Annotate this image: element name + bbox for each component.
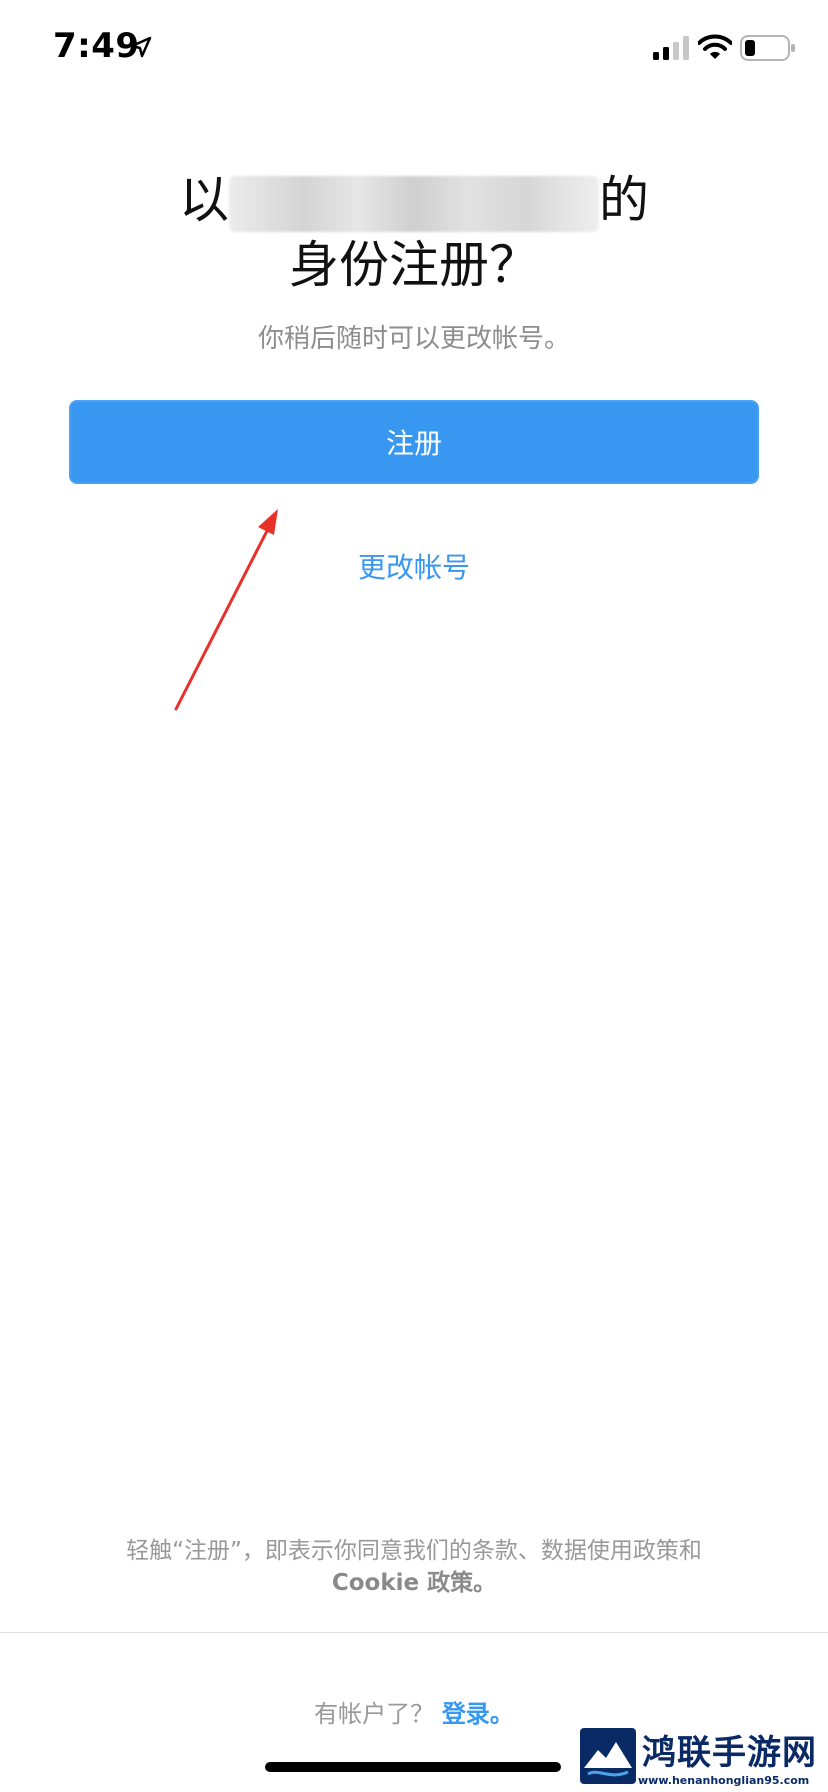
page-title-line2: 身份注册？: [289, 236, 539, 294]
subtitle: 你稍后随时可以更改帐号。: [257, 324, 570, 354]
terms-line-2: Cookie 政策。: [60, 1567, 768, 1599]
watermark-logo-icon: [580, 1728, 636, 1784]
cellular-signal-icon: [653, 36, 689, 60]
footer-divider: [0, 1632, 828, 1633]
home-indicator: [265, 1762, 561, 1772]
redacted-username: [229, 175, 599, 232]
register-button[interactable]: 注册: [69, 400, 759, 484]
change-account-link[interactable]: 更改帐号: [0, 546, 828, 586]
wifi-icon: [698, 34, 732, 59]
watermark-url: www.henanhonglian95.com: [638, 1774, 810, 1787]
cookie-policy-text: Cookie 政策。: [331, 1570, 497, 1596]
login-prompt: 有帐户了？: [314, 1700, 435, 1728]
register-button-label: 注册: [385, 427, 442, 460]
status-time: 7:49: [53, 26, 140, 66]
title-prefix: 以: [179, 171, 229, 229]
status-bar: 7:49: [0, 0, 828, 100]
terms-text: 轻触“注册”，即表示你同意我们的条款、数据使用政策和 Cookie 政策。: [60, 1535, 768, 1599]
annotation-arrow-icon: [174, 509, 278, 711]
watermark-title: 鸿联手游网: [642, 1733, 817, 1773]
login-prompt-row: 有帐户了？ 登录。: [0, 1694, 828, 1729]
terms-line-1: 轻触“注册”，即表示你同意我们的条款、数据使用政策和: [126, 1538, 702, 1564]
title-suffix: 的: [599, 171, 649, 229]
page-title: 以的: [0, 160, 828, 232]
location-arrow-icon: [130, 36, 152, 58]
battery-icon: [740, 35, 795, 61]
login-link[interactable]: 登录。: [442, 1700, 514, 1728]
watermark: 鸿联手游网 www.henanhonglian95.com: [578, 1725, 828, 1792]
